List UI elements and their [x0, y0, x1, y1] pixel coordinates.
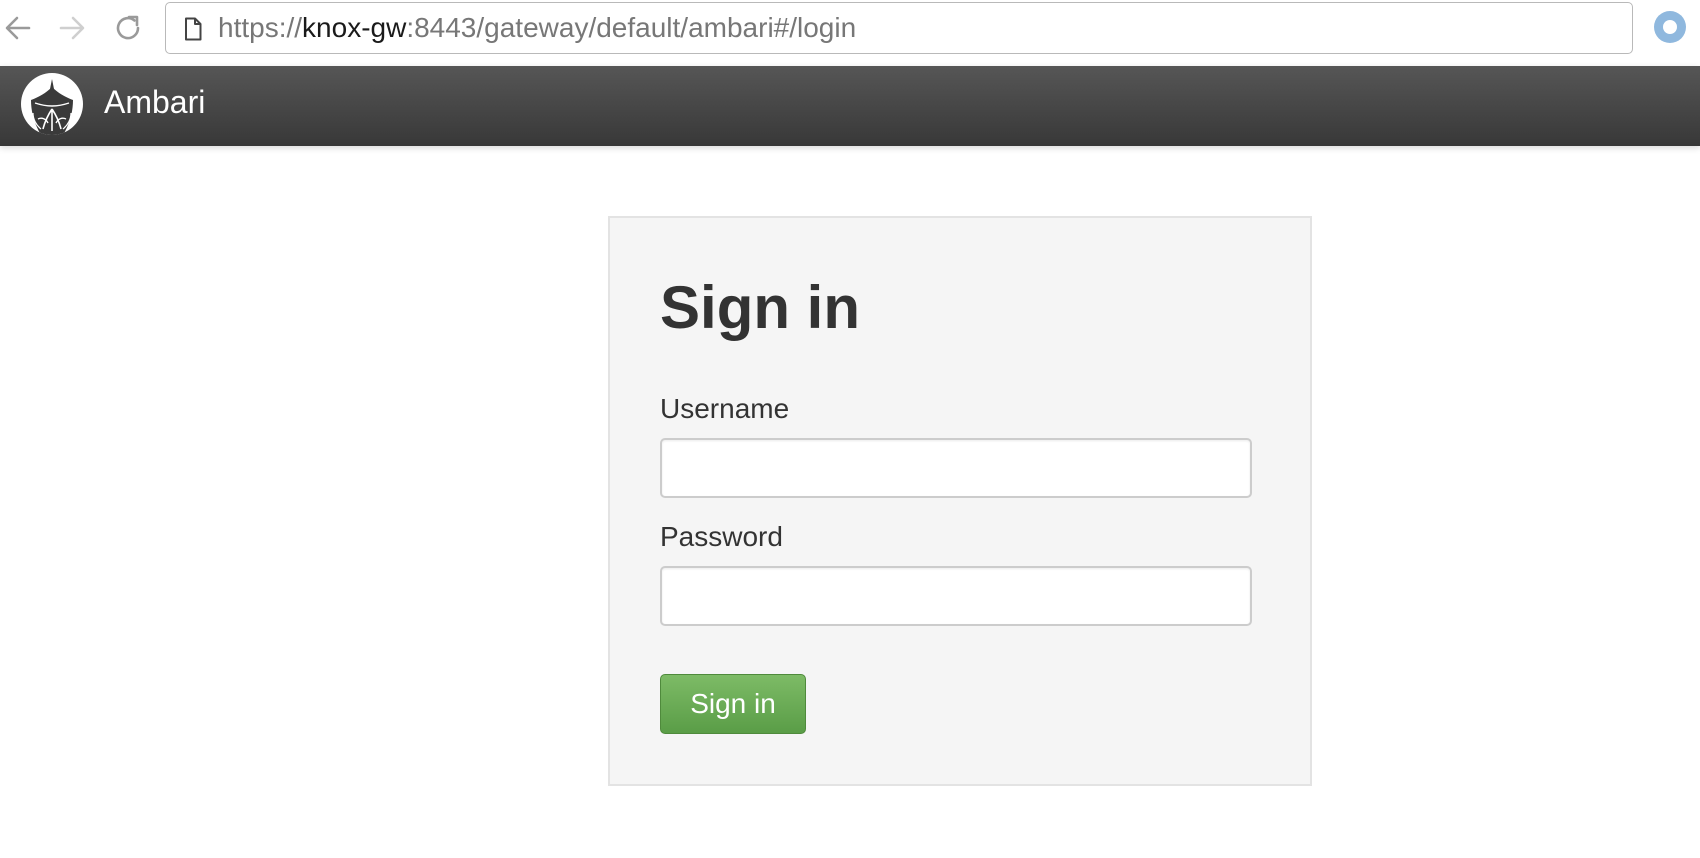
page-icon — [185, 17, 202, 41]
url-text: https://knox-gw:8443/gateway/default/amb… — [218, 3, 856, 53]
url-host: knox-gw — [302, 12, 407, 43]
extension-icon[interactable] — [1654, 11, 1686, 43]
arrow-left-icon — [5, 16, 31, 40]
login-title: Sign in — [660, 274, 860, 341]
brand-name[interactable]: Ambari — [104, 66, 205, 138]
app-navbar: Ambari — [0, 66, 1700, 146]
url-path: :8443/gateway/default/ambari#/login — [406, 12, 857, 43]
login-panel: Sign in Username Password Sign in — [608, 216, 1312, 786]
username-input[interactable] — [660, 438, 1252, 498]
ambari-logo-icon[interactable] — [21, 73, 83, 135]
password-label: Password — [660, 521, 783, 552]
address-bar[interactable]: https://knox-gw:8443/gateway/default/amb… — [165, 2, 1633, 54]
username-label: Username — [660, 393, 790, 424]
arrow-right-icon — [59, 16, 85, 40]
forward-button[interactable] — [54, 10, 90, 46]
browser-toolbar: https://knox-gw:8443/gateway/default/amb… — [0, 0, 1700, 66]
reload-button[interactable] — [110, 10, 146, 46]
reload-icon — [116, 15, 140, 40]
back-button[interactable] — [0, 10, 36, 46]
sign-in-button[interactable]: Sign in — [660, 674, 806, 734]
url-scheme: https:// — [218, 12, 303, 43]
password-input[interactable] — [660, 566, 1252, 626]
